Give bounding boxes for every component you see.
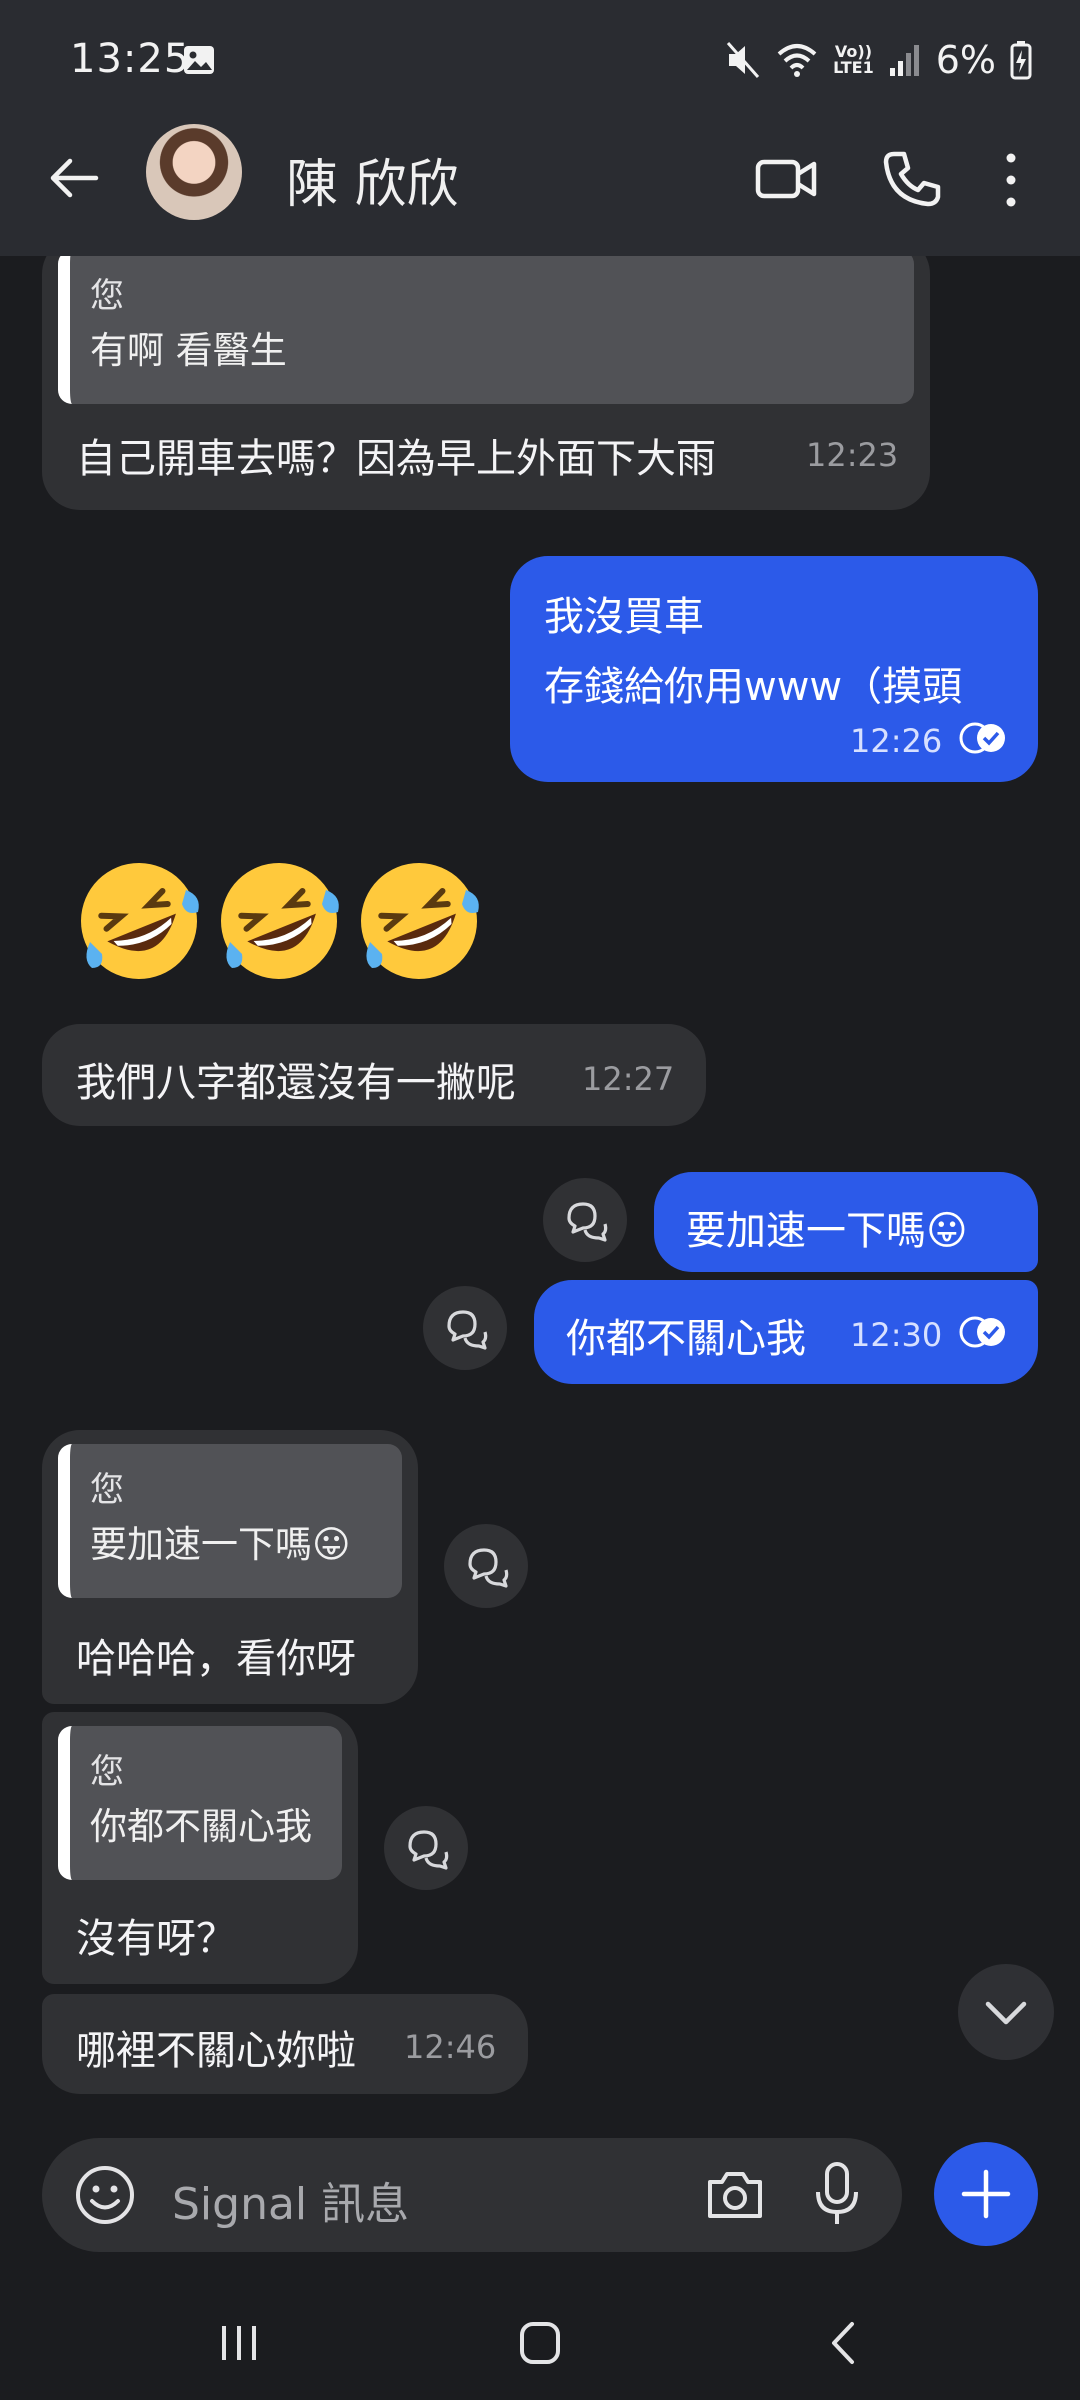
- top-bar: 13:25 Vo)) LTE1 6% 陳 欣欣: [0, 0, 1080, 256]
- rolling-laughing-emoji-icon: [361, 863, 479, 979]
- message-list[interactable]: 您 有啊 看醫生 自己開車去嗎？因為早上外面下大雨 12:23 我沒買車 存錢給…: [0, 256, 1080, 2106]
- wifi-icon: [777, 44, 817, 77]
- video-call-icon[interactable]: [752, 144, 822, 214]
- quote-text: 你都不關心我: [90, 1805, 312, 1848]
- quoted-message[interactable]: 您 你都不關心我: [58, 1726, 342, 1880]
- message-text-line2: 存錢給你用www（摸頭: [544, 664, 963, 710]
- reply-reaction-button[interactable]: [444, 1524, 528, 1608]
- message-text: 自己開車去嗎？因為早上外面下大雨: [76, 436, 716, 482]
- image-notification-icon: [184, 46, 214, 74]
- smiley-icon[interactable]: [72, 2162, 138, 2228]
- message-time: 12:23: [806, 436, 899, 474]
- reply-reaction-button[interactable]: [423, 1286, 507, 1370]
- message-composer[interactable]: Signal 訊息: [42, 2138, 902, 2252]
- battery-charging-icon: [1010, 41, 1032, 80]
- attach-plus-button[interactable]: [934, 2142, 1038, 2246]
- microphone-icon[interactable]: [812, 2160, 862, 2230]
- outgoing-message[interactable]: 要加速一下嗎😛: [654, 1172, 1038, 1272]
- battery-percent: 6%: [935, 38, 996, 82]
- read-receipt-icon: [959, 1316, 1005, 1348]
- recent-apps-icon[interactable]: [204, 2318, 274, 2368]
- quote-author: 您: [90, 1470, 124, 1510]
- message-time: 12:30: [850, 1316, 943, 1354]
- reply-bubble-icon: [468, 1548, 509, 1588]
- message-text: 要加速一下嗎😛: [686, 1208, 968, 1254]
- reply-reaction-button[interactable]: [543, 1178, 627, 1262]
- more-vertical-icon[interactable]: [986, 144, 1036, 214]
- camera-icon[interactable]: [702, 2162, 768, 2228]
- reply-reaction-button[interactable]: [384, 1806, 468, 1890]
- home-icon[interactable]: [505, 2318, 575, 2368]
- system-navigation-bar: [0, 2280, 1080, 2400]
- nav-back-icon[interactable]: [808, 2318, 878, 2368]
- reply-bubble-icon: [408, 1830, 449, 1870]
- conversation-header: 陳 欣欣: [0, 120, 1080, 256]
- message-text: 哪裡不關心妳啦: [76, 2028, 356, 2074]
- outgoing-message[interactable]: 你都不關心我 12:30: [534, 1280, 1038, 1384]
- message-text: 沒有呀？: [76, 1916, 236, 1962]
- network-label: Vo)) LTE1: [833, 44, 874, 76]
- quoted-message[interactable]: 您 要加速一下嗎😛: [58, 1444, 402, 1598]
- emoji-message[interactable]: [74, 856, 484, 986]
- reply-bubble-icon: [447, 1310, 488, 1350]
- message-time: 12:46: [404, 2028, 497, 2066]
- status-time: 13:25: [70, 36, 191, 82]
- lte-label: LTE1: [833, 58, 874, 77]
- contact-name[interactable]: 陳 欣欣: [286, 142, 459, 217]
- back-arrow-icon[interactable]: [44, 148, 104, 208]
- message-time: 12:26: [850, 722, 943, 760]
- status-bar: 13:25 Vo)) LTE1 6%: [0, 0, 1080, 120]
- scroll-to-bottom-button[interactable]: [958, 1964, 1054, 2060]
- incoming-message[interactable]: 我們八字都還沒有一撇呢 12:27: [42, 1024, 706, 1126]
- signal-icon: [889, 45, 919, 76]
- incoming-message[interactable]: 您 你都不關心我 沒有呀？: [42, 1712, 358, 1984]
- rolling-laughing-emoji-icon: [81, 863, 199, 979]
- quote-author: 您: [90, 276, 124, 316]
- incoming-message[interactable]: 哪裡不關心妳啦 12:46: [42, 1994, 528, 2094]
- message-text: 我們八字都還沒有一撇呢: [76, 1060, 516, 1106]
- reply-bubble-icon: [567, 1202, 608, 1242]
- incoming-message[interactable]: 您 要加速一下嗎😛 哈哈哈，看你呀: [42, 1430, 418, 1704]
- chevron-down-icon: [985, 2001, 1027, 2025]
- status-icons: Vo)) LTE1 6%: [725, 38, 1032, 82]
- mute-icon: [727, 42, 760, 78]
- incoming-message[interactable]: 您 有啊 看醫生 自己開車去嗎？因為早上外面下大雨 12:23: [42, 256, 930, 510]
- read-receipt-icon: [959, 722, 1005, 754]
- contact-avatar[interactable]: [146, 124, 242, 220]
- outgoing-message[interactable]: 我沒買車 存錢給你用www（摸頭 12:26: [510, 556, 1038, 782]
- message-input-placeholder[interactable]: Signal 訊息: [172, 2168, 409, 2232]
- quote-text: 有啊 看醫生: [90, 329, 287, 372]
- message-time: 12:27: [582, 1060, 675, 1098]
- message-text-line1: 我沒買車: [544, 594, 704, 640]
- rolling-laughing-emoji-icon: [221, 863, 339, 979]
- quote-text: 要加速一下嗎😛: [90, 1523, 351, 1566]
- quote-author: 您: [90, 1752, 124, 1792]
- message-text: 你都不關心我: [566, 1316, 806, 1362]
- message-text: 哈哈哈，看你呀: [76, 1636, 356, 1682]
- quoted-message[interactable]: 您 有啊 看醫生: [58, 256, 914, 404]
- plus-icon: [961, 2169, 1011, 2219]
- phone-icon[interactable]: [876, 144, 946, 214]
